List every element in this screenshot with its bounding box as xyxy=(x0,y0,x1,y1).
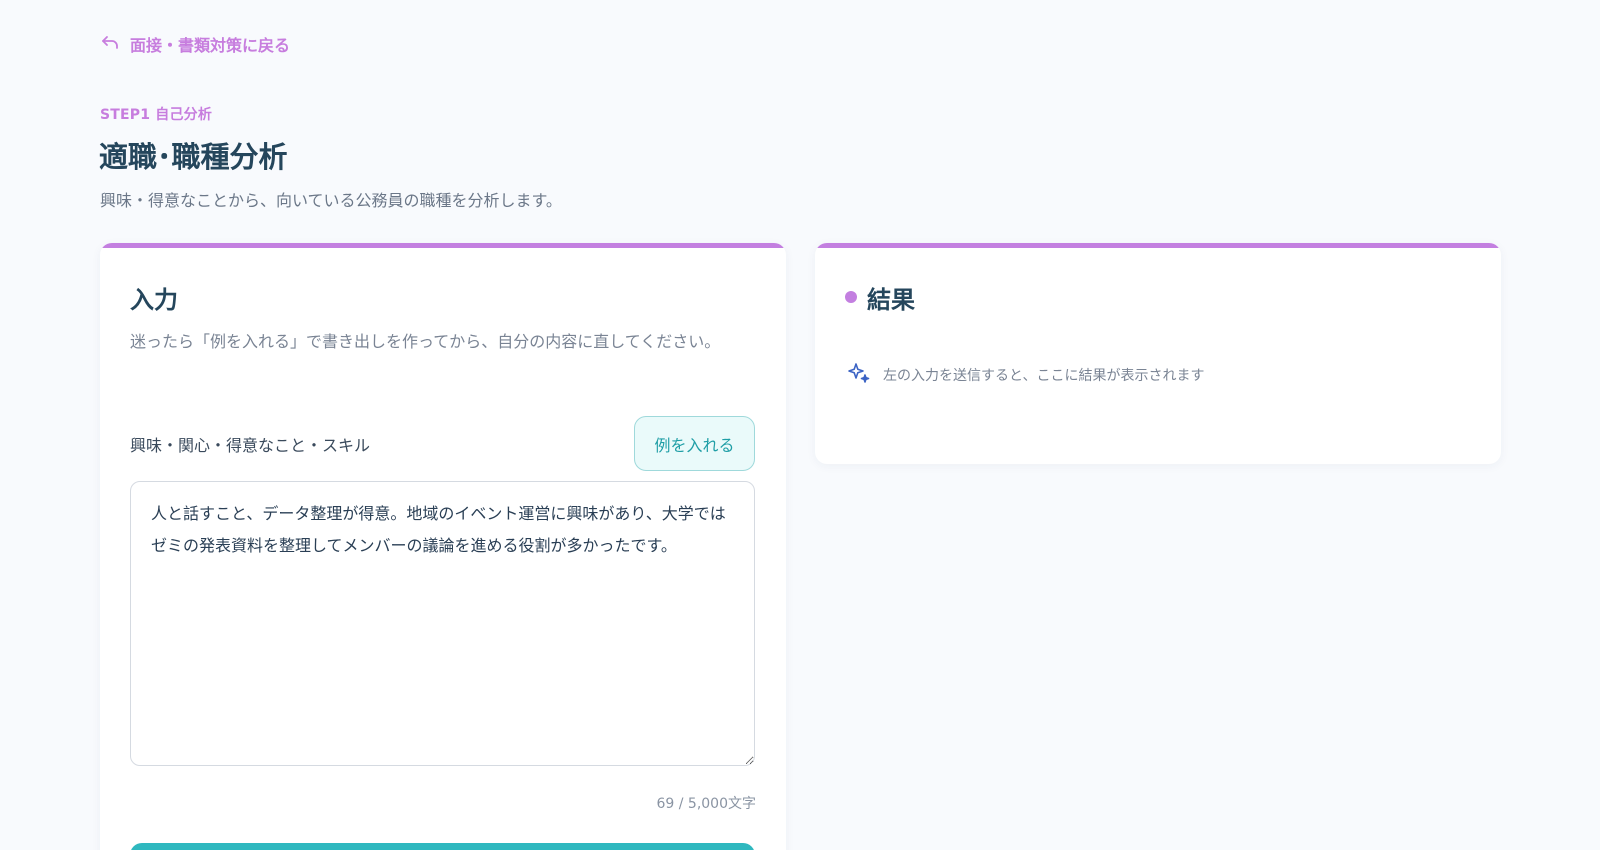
result-card: 結果 左の入力を送信すると、ここに結果が表示されます xyxy=(815,243,1501,464)
input-card: 入力 迷ったら「例を入れる」で書き出しを作ってから、自分の内容に直してください。… xyxy=(100,243,786,850)
result-dot-icon xyxy=(845,291,857,303)
result-card-title: 結果 xyxy=(867,286,915,314)
sparkle-icon xyxy=(847,361,871,389)
back-link[interactable]: 面接・書類対策に戻る xyxy=(100,32,290,56)
skills-textarea[interactable]: 人と話すこと、データ整理が得意。地域のイベント運営に興味があり、大学ではゼミの発… xyxy=(130,481,755,766)
undo-arrow-icon xyxy=(100,32,120,56)
page-title: 適職･職種分析 xyxy=(99,140,288,174)
character-count: 69 / 5,000文字 xyxy=(656,796,756,812)
page-subtitle: 興味・得意なことから、向いている公務員の職種を分析します。 xyxy=(100,191,562,210)
submit-button[interactable] xyxy=(130,843,755,850)
input-card-description: 迷ったら「例を入れる」で書き出しを作ってから、自分の内容に直してください。 xyxy=(130,332,721,351)
insert-example-button[interactable]: 例を入れる xyxy=(634,416,755,471)
result-placeholder: 左の入力を送信すると、ここに結果が表示されます xyxy=(847,361,1204,389)
step-label: STEP1 自己分析 xyxy=(100,107,213,123)
skills-field-label: 興味・関心・得意なこと・スキル xyxy=(130,436,371,455)
result-placeholder-text: 左の入力を送信すると、ここに結果が表示されます xyxy=(883,368,1205,384)
page: 面接・書類対策に戻る STEP1 自己分析 適職･職種分析 興味・得意なことから… xyxy=(0,0,1600,850)
input-card-title: 入力 xyxy=(130,286,178,314)
back-link-label: 面接・書類対策に戻る xyxy=(130,36,291,55)
